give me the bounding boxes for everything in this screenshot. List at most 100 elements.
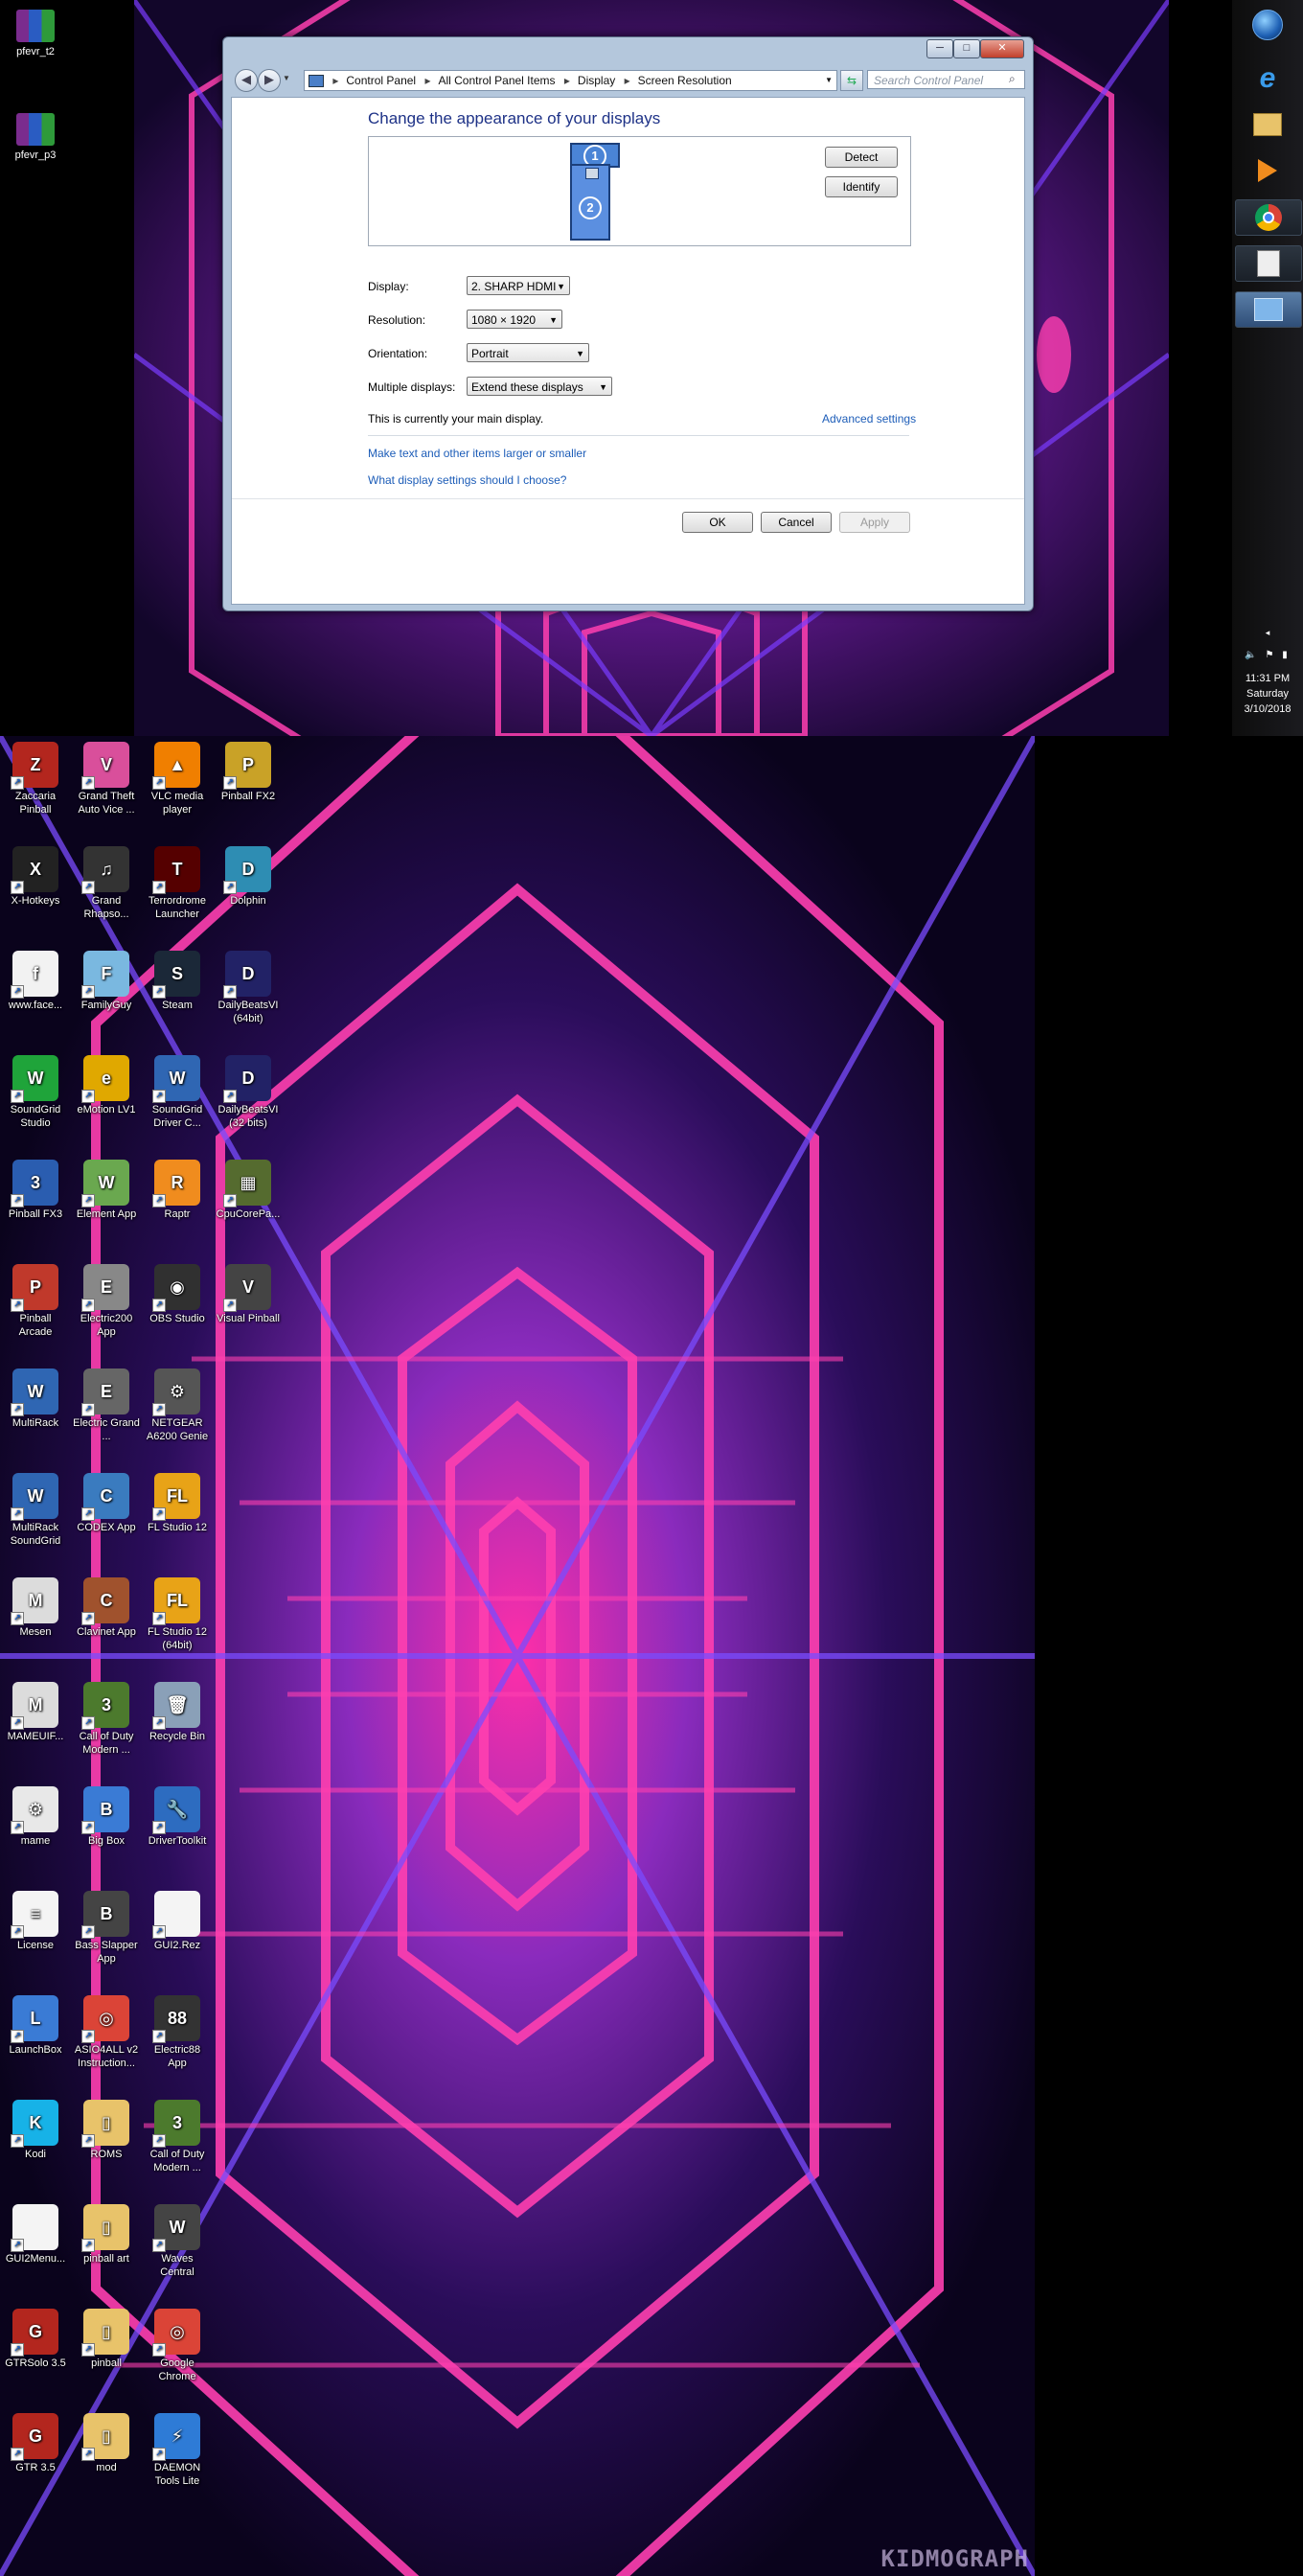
tray-expand-icon[interactable]: ◂ [1232, 625, 1303, 640]
desktop-icon[interactable]: ▯ ↗ mod [73, 2413, 140, 2474]
desktop-icon[interactable]: V ↗ Visual Pinball [215, 1264, 282, 1325]
desktop-icon[interactable]: ▲ ↗ VLC media player [144, 742, 211, 816]
desktop-icon-label: NETGEAR A6200 Genie [146, 1417, 209, 1442]
desktop-icon[interactable]: G ↗ GTRSolo 3.5 [2, 2309, 69, 2370]
desktop-icon[interactable]: ▯ ↗ pinball [73, 2309, 140, 2370]
desktop-icon[interactable]: ⚙ ↗ mame [2, 1786, 69, 1848]
maximize-button[interactable]: □ [953, 39, 980, 58]
desktop-icon[interactable]: K ↗ Kodi [2, 2100, 69, 2161]
desktop-icon[interactable]: B ↗ Bass Slapper App [73, 1891, 140, 1966]
desktop-icon[interactable]: G ↗ GTR 3.5 [2, 2413, 69, 2474]
desktop-icon[interactable]: W ↗ SoundGrid Driver C... [144, 1055, 211, 1130]
resolution-select[interactable]: 1080 × 1920 ▼ [467, 310, 562, 329]
desktop-icon[interactable]: C ↗ CODEX App [73, 1473, 140, 1534]
desktop-icon[interactable]: T ↗ Terrordrome Launcher [144, 846, 211, 921]
desktop-icon[interactable]: 3 ↗ Pinball FX3 [2, 1160, 69, 1221]
desktop-icon[interactable]: D ↗ Dolphin [215, 846, 282, 908]
taskbar-internet-explorer[interactable]: e [1235, 61, 1300, 96]
close-button[interactable]: ✕ [980, 39, 1024, 58]
minimize-button[interactable]: ─ [926, 39, 953, 58]
breadcrumb-control-panel[interactable]: Control Panel [346, 74, 416, 87]
desktop-icon[interactable]: D ↗ DailyBeatsVI (64bit) [215, 951, 282, 1025]
desktop-icon-pfevr-t2[interactable]: pfevr_t2 [0, 10, 71, 58]
breadcrumb-screen-resolution[interactable]: Screen Resolution [638, 74, 732, 87]
desktop-icon[interactable]: ⚡ ↗ DAEMON Tools Lite [144, 2413, 211, 2488]
text-size-link[interactable]: Make text and other items larger or smal… [368, 447, 586, 460]
breadcrumb-all-items[interactable]: All Control Panel Items [438, 74, 555, 87]
monitor-2-tile[interactable]: 2 [570, 164, 610, 241]
desktop-icon[interactable]: 3 ↗ Call of Duty Modern ... [144, 2100, 211, 2174]
desktop-icon[interactable]: C ↗ Clavinet App [73, 1577, 140, 1639]
search-icon[interactable]: ⌕ [1009, 72, 1016, 86]
identify-button[interactable]: Identify [825, 176, 898, 197]
desktop-icon[interactable]: W ↗ Element App [73, 1160, 140, 1221]
desktop-icon[interactable]: Z ↗ Zaccaria Pinball [2, 742, 69, 816]
taskbar-chrome[interactable] [1235, 199, 1302, 236]
desktop-icon[interactable]: D ↗ DailyBeatsVI (32 bits) [215, 1055, 282, 1130]
desktop-icon[interactable]: ▯ ↗ pinball art [73, 2204, 140, 2266]
desktop-icon-pfevr-p3[interactable]: pfevr_p3 [0, 113, 71, 161]
desktop-icon[interactable]: ≡ ↗ License [2, 1891, 69, 1952]
desktop-icon[interactable]: ↗ GUI2Menu... [2, 2204, 69, 2266]
desktop-icon[interactable]: L ↗ LaunchBox [2, 1995, 69, 2057]
desktop-icon[interactable]: ↗ GUI2.Rez [144, 1891, 211, 1952]
desktop-icon[interactable]: ◎ ↗ ASIO4ALL v2 Instruction... [73, 1995, 140, 2070]
desktop-icon[interactable]: ▦ ↗ CpuCorePa... [215, 1160, 282, 1221]
desktop-icon[interactable]: FL ↗ FL Studio 12 (64bit) [144, 1577, 211, 1652]
desktop-icon[interactable]: B ↗ Big Box [73, 1786, 140, 1848]
apply-button[interactable]: Apply [839, 512, 910, 533]
address-dropdown-icon[interactable]: ▼ [825, 71, 833, 90]
desktop-icon[interactable]: F ↗ FamilyGuy [73, 951, 140, 1012]
tray-status-icons[interactable]: 🔈 ⚑ ▮ [1232, 648, 1303, 663]
breadcrumb-display[interactable]: Display [578, 74, 615, 87]
desktop-icon[interactable]: 🗑 ↗ Recycle Bin [144, 1682, 211, 1743]
taskbar-file-explorer[interactable] [1235, 107, 1300, 142]
desktop-icon[interactable]: ▯ ↗ ROMS [73, 2100, 140, 2161]
taskbar-media-player[interactable] [1235, 153, 1300, 188]
desktop-icon[interactable]: ⚙ ↗ NETGEAR A6200 Genie [144, 1368, 211, 1443]
multiple-displays-select[interactable]: Extend these displays ▼ [467, 377, 612, 396]
cancel-button[interactable]: Cancel [761, 512, 832, 533]
desktop-icon[interactable]: 88 ↗ Electric88 App [144, 1995, 211, 2070]
desktop-icon[interactable]: ◎ ↗ Google Chrome [144, 2309, 211, 2383]
desktop-icon[interactable]: P ↗ Pinball Arcade [2, 1264, 69, 1339]
desktop-icon[interactable]: E ↗ Electric200 App [73, 1264, 140, 1339]
desktop-icon[interactable]: e ↗ eMotion LV1 [73, 1055, 140, 1116]
ok-button[interactable]: OK [682, 512, 753, 533]
desktop-icon-label: pinball [91, 2358, 122, 2369]
desktop-icon[interactable]: E ↗ Electric Grand ... [73, 1368, 140, 1443]
desktop-icon[interactable]: M ↗ Mesen [2, 1577, 69, 1639]
desktop-icon[interactable]: M ↗ MAMEUIF... [2, 1682, 69, 1743]
start-button[interactable] [1235, 8, 1300, 42]
desktop-icon[interactable]: f ↗ www.face... [2, 951, 69, 1012]
detect-button[interactable]: Detect [825, 147, 898, 168]
desktop-icon[interactable]: FL ↗ FL Studio 12 [144, 1473, 211, 1534]
window-titlebar[interactable]: ─ □ ✕ [223, 37, 1033, 64]
desktop-icon[interactable]: W ↗ MultiRack SoundGrid [2, 1473, 69, 1548]
desktop-icon[interactable]: W ↗ Waves Central [144, 2204, 211, 2279]
desktop-icon[interactable]: 3 ↗ Call of Duty Modern ... [73, 1682, 140, 1757]
taskbar-control-panel[interactable] [1235, 291, 1302, 328]
desktop-icon[interactable]: S ↗ Steam [144, 951, 211, 1012]
forward-button[interactable]: ▶ [258, 69, 281, 92]
desktop-icon[interactable]: ♫ ↗ Grand Rhapso... [73, 846, 140, 921]
orientation-select[interactable]: Portrait ▼ [467, 343, 589, 362]
desktop-icon[interactable]: 🔧 ↗ DriverToolkit [144, 1786, 211, 1848]
desktop-icon[interactable]: R ↗ Raptr [144, 1160, 211, 1221]
clock[interactable]: 11:31 PM Saturday 3/10/2018 [1232, 671, 1303, 717]
desktop-icon[interactable]: W ↗ MultiRack [2, 1368, 69, 1430]
back-button[interactable]: ◀ [235, 69, 258, 92]
desktop-icon[interactable]: W ↗ SoundGrid Studio [2, 1055, 69, 1130]
search-input[interactable]: Search Control Panel [867, 70, 1025, 89]
refresh-button[interactable]: ⇆ [840, 70, 863, 91]
display-select[interactable]: 2. SHARP HDMI ▼ [467, 276, 570, 295]
desktop-icon[interactable]: V ↗ Grand Theft Auto Vice ... [73, 742, 140, 816]
taskbar-app[interactable] [1235, 245, 1302, 282]
recent-pages-dropdown[interactable]: ▼ [283, 74, 290, 82]
desktop-icon[interactable]: ◉ ↗ OBS Studio [144, 1264, 211, 1325]
advanced-settings-link[interactable]: Advanced settings [822, 412, 916, 426]
desktop-icon[interactable]: X ↗ X-Hotkeys [2, 846, 69, 908]
desktop-icon[interactable]: P ↗ Pinball FX2 [215, 742, 282, 803]
display-settings-help-link[interactable]: What display settings should I choose? [368, 473, 566, 487]
address-bar[interactable]: ▸ Control Panel ▸ All Control Panel Items … [304, 70, 837, 91]
